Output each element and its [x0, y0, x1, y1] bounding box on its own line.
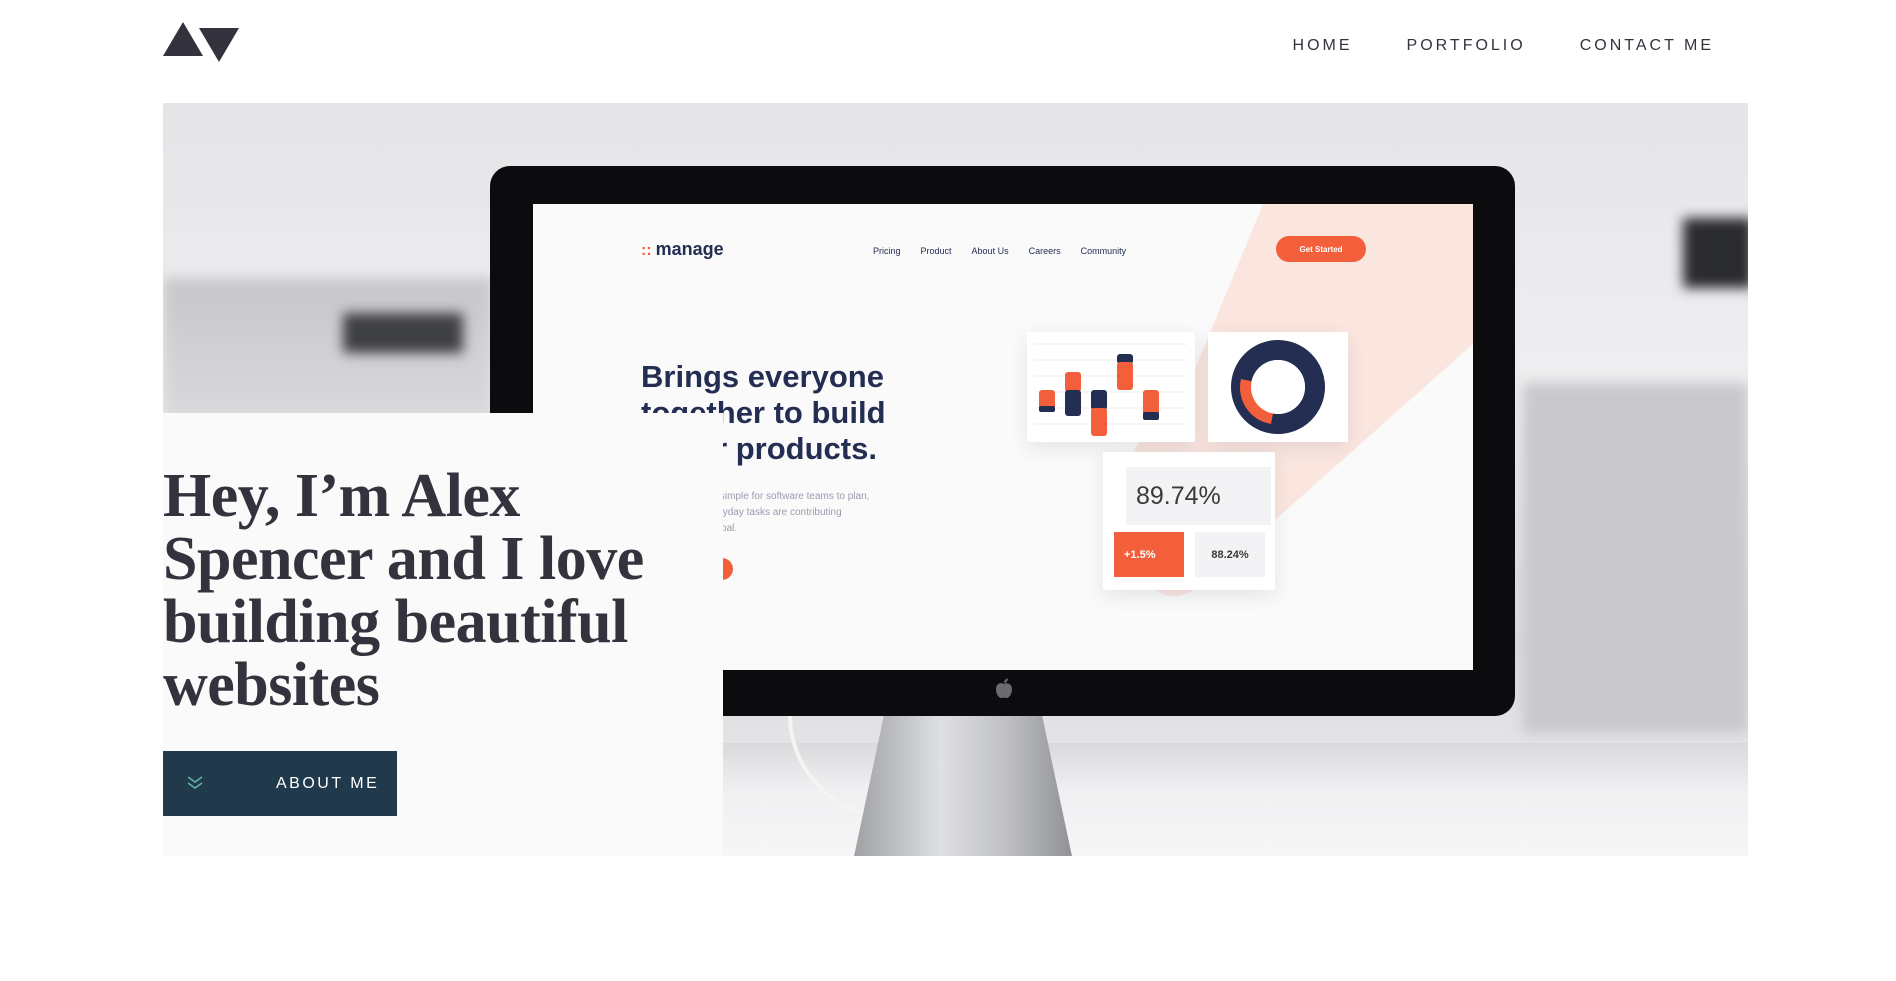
screen-bar-chart — [1035, 343, 1187, 436]
double-chevron-down-icon — [187, 776, 203, 789]
screen-bar-chart-card — [1027, 332, 1195, 442]
screen-donut-card — [1208, 332, 1348, 442]
screen-stat-secondary: 88.24% — [1195, 532, 1265, 577]
screen-stat-main: 89.74% — [1126, 467, 1271, 525]
logo-triangle-down — [199, 28, 239, 62]
screen-donut-chart — [1231, 340, 1325, 434]
hero-section: :: manage Pricing Product About Us Career… — [163, 103, 1748, 856]
background-object-right — [1683, 218, 1748, 288]
background-cabinet-right — [1523, 383, 1748, 733]
screen-nav-item: Pricing — [873, 246, 901, 256]
screen-nav-item: Careers — [1028, 246, 1061, 256]
intro-panel: Hey, I’m Alex Spencer and I love buildin… — [163, 413, 723, 856]
nav-contact-me[interactable]: CONTACT ME — [1580, 36, 1714, 56]
logo[interactable] — [163, 22, 239, 62]
apple-icon — [996, 678, 1012, 699]
screen-nav-item: Product — [920, 246, 952, 256]
background-object — [343, 313, 463, 353]
screen-nav-item: About Us — [971, 246, 1009, 256]
screen-stat-change: +1.5% — [1114, 532, 1184, 577]
screen-nav-item: Community — [1080, 246, 1127, 256]
monitor-stand — [853, 716, 1073, 856]
screen-stats-card: 89.74% +1.5% 88.24% — [1103, 452, 1275, 590]
screen-logo: :: manage — [641, 239, 724, 259]
about-me-button[interactable]: ABOUT ME — [163, 751, 397, 816]
screen-cta: Get Started — [1276, 236, 1366, 262]
logo-triangle-up — [163, 22, 203, 56]
nav-home[interactable]: HOME — [1293, 36, 1353, 56]
screen-nav: Pricing Product About Us Careers Communi… — [873, 246, 1126, 256]
about-me-label: ABOUT ME — [276, 775, 380, 792]
main-nav: HOME PORTFOLIO CONTACT ME — [1293, 36, 1714, 56]
nav-portfolio[interactable]: PORTFOLIO — [1407, 36, 1526, 56]
hero-headline: Hey, I’m Alex Spencer and I love buildin… — [163, 462, 644, 719]
